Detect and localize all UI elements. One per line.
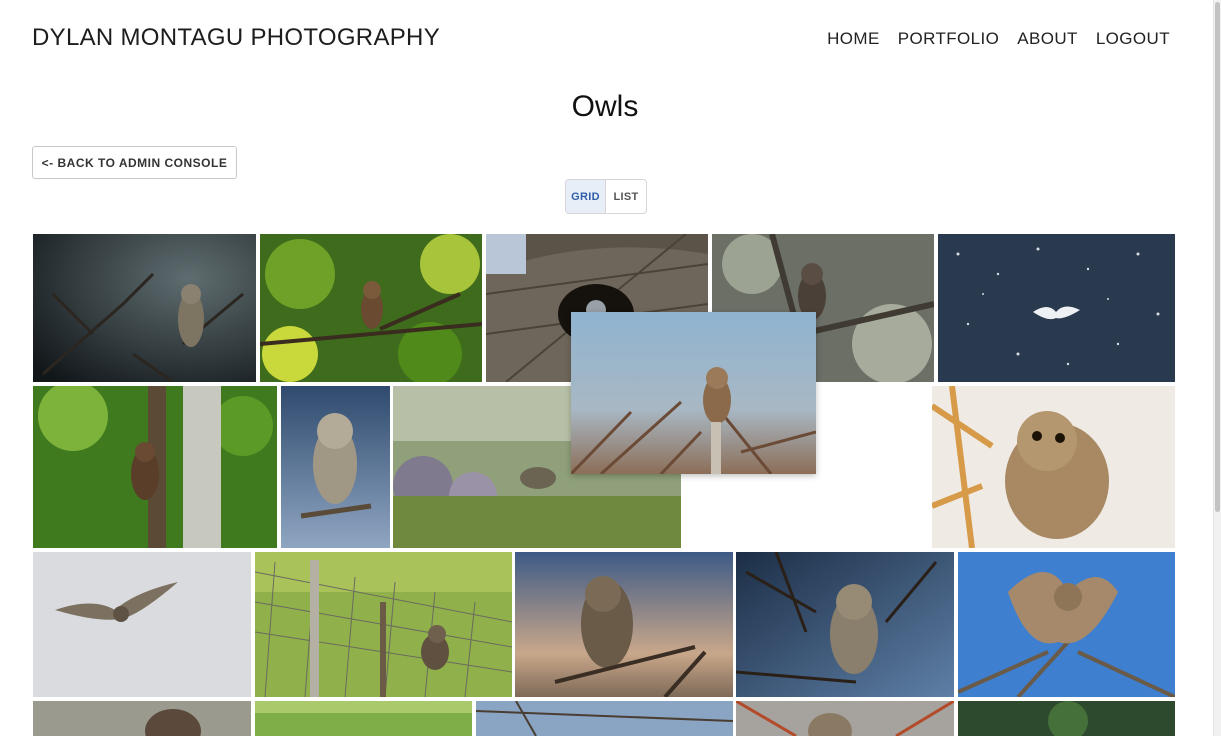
gallery-photo[interactable]	[33, 701, 251, 736]
nav-home[interactable]: HOME	[827, 29, 880, 49]
site-header: DYLAN MONTAGU PHOTOGRAPHY HOME PORTFOLIO…	[0, 0, 1212, 80]
owl-photo-image	[958, 552, 1175, 697]
gallery-photo[interactable]	[260, 234, 482, 382]
gallery-photo[interactable]	[33, 234, 256, 382]
owl-photo-image	[33, 701, 251, 736]
grid-view-button[interactable]: GRID	[566, 180, 606, 213]
gallery-photo[interactable]	[255, 701, 472, 736]
owl-photo-image	[571, 312, 816, 474]
owl-photo-image	[958, 701, 1175, 736]
owl-photo-image	[932, 386, 1175, 548]
back-to-admin-button[interactable]: <- BACK TO ADMIN CONSOLE	[32, 146, 237, 179]
owl-photo-image	[515, 552, 733, 697]
nav-portfolio[interactable]: PORTFOLIO	[898, 29, 1000, 49]
gallery-photo[interactable]	[255, 552, 512, 697]
page-scrollbar[interactable]	[1213, 0, 1221, 736]
owl-photo-image	[33, 386, 277, 548]
owl-photo-image	[736, 552, 954, 697]
gallery-photo[interactable]	[958, 701, 1175, 736]
owl-photo-image	[736, 701, 954, 736]
owl-photo-image	[938, 234, 1175, 382]
gallery-photo[interactable]	[958, 552, 1175, 697]
gallery-photo[interactable]	[938, 234, 1175, 382]
gallery-photo[interactable]	[736, 701, 954, 736]
owl-photo-image	[33, 552, 251, 697]
list-view-button[interactable]: LIST	[606, 180, 646, 213]
gallery-photo[interactable]	[33, 386, 277, 548]
gallery-photo[interactable]	[736, 552, 954, 697]
gallery-photo[interactable]	[515, 552, 733, 697]
nav-about[interactable]: ABOUT	[1017, 29, 1078, 49]
gallery-photo[interactable]	[33, 552, 251, 697]
owl-photo-image	[476, 701, 733, 736]
main-nav: HOME PORTFOLIO ABOUT LOGOUT	[827, 29, 1170, 49]
view-toggle: GRID LIST	[565, 179, 647, 214]
nav-logout[interactable]: LOGOUT	[1096, 29, 1170, 49]
dragging-photo[interactable]	[571, 312, 816, 474]
scrollbar-thumb[interactable]	[1215, 2, 1220, 512]
owl-photo-image	[255, 552, 512, 697]
owl-photo-image	[281, 386, 390, 548]
page-title: Owls	[571, 90, 639, 123]
gallery-photo[interactable]	[476, 701, 733, 736]
site-brand[interactable]: DYLAN MONTAGU PHOTOGRAPHY	[32, 24, 440, 52]
owl-photo-image	[33, 234, 256, 382]
gallery-photo[interactable]	[281, 386, 390, 548]
owl-photo-image	[260, 234, 482, 382]
owl-photo-image	[255, 701, 472, 736]
gallery-photo[interactable]	[932, 386, 1175, 548]
